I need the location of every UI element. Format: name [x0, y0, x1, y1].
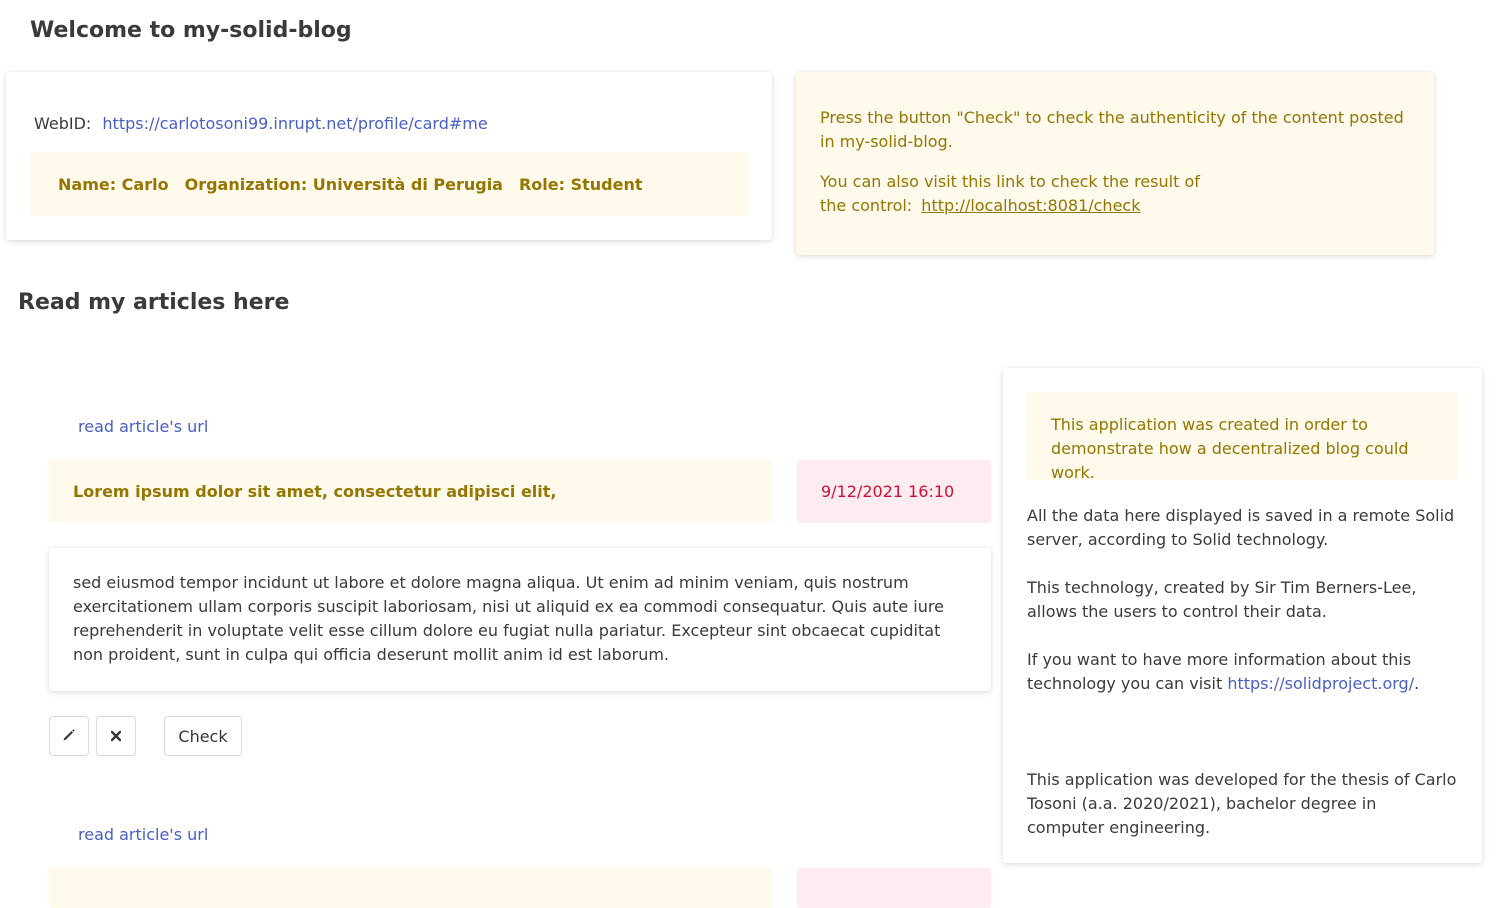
webid-link[interactable]: https://carlotosoni99.inrupt.net/profile… — [102, 114, 487, 133]
article-title-box — [49, 868, 772, 908]
sidebar-paragraph-suffix: . — [1414, 674, 1420, 693]
profile-role: Role: Student — [518, 174, 643, 194]
sidebar-notice-text: This application was created in order to… — [1051, 415, 1409, 482]
check-notice-link-line: You can also visit this link to check th… — [820, 170, 1210, 218]
check-result-link[interactable]: http://localhost:8081/check — [921, 196, 1140, 215]
close-icon — [110, 727, 122, 746]
profile-name: Name: Carlo — [58, 174, 169, 194]
article-url-link[interactable]: read article's url — [78, 417, 208, 436]
webid-row: WebID: https://carlotosoni99.inrupt.net/… — [34, 114, 488, 133]
article-date: 9/12/2021 16:10 — [821, 482, 955, 501]
solid-project-link[interactable]: https://solidproject.org/ — [1227, 674, 1414, 693]
article-title-box: Lorem ipsum dolor sit amet, consectetur … — [49, 460, 772, 523]
check-button[interactable]: Check — [164, 716, 242, 756]
article-title: Lorem ipsum dolor sit amet, consectetur … — [73, 482, 557, 501]
sidebar-paragraph: This application was developed for the t… — [1027, 770, 1457, 837]
edit-button[interactable] — [49, 716, 89, 756]
article-body: sed eiusmod tempor incidunt ut labore et… — [73, 573, 944, 664]
article-date-box: 9/12/2021 16:10 — [797, 460, 991, 523]
check-notice: Press the button "Check" to check the au… — [796, 72, 1434, 255]
articles-section-title: Read my articles here — [18, 290, 290, 315]
sidebar-paragraph: If you want to have more information abo… — [1027, 648, 1458, 696]
delete-button[interactable] — [96, 716, 136, 756]
webid-label: WebID: — [34, 114, 92, 133]
article-body-card: sed eiusmod tempor incidunt ut labore et… — [49, 548, 991, 691]
sidebar-notice: This application was created in order to… — [1027, 392, 1458, 482]
article-url-link[interactable]: read article's url — [78, 825, 208, 844]
check-notice-text: Press the button "Check" to check the au… — [820, 108, 1404, 151]
sidebar-paragraph: This technology, created by Sir Tim Bern… — [1027, 578, 1417, 621]
article-date-box — [797, 868, 991, 908]
page-title: Welcome to my-solid-blog — [30, 18, 352, 43]
sidebar-paragraph: All the data here displayed is saved in … — [1027, 506, 1455, 549]
sidebar-info-card: This application was created in order to… — [1003, 368, 1482, 863]
profile-organization: Organization: Università di Perugia — [184, 174, 503, 194]
profile-card: WebID: https://carlotosoni99.inrupt.net/… — [6, 72, 772, 240]
pencil-icon — [62, 727, 76, 746]
profile-info-bar: Name: Carlo Organization: Università di … — [30, 152, 748, 216]
